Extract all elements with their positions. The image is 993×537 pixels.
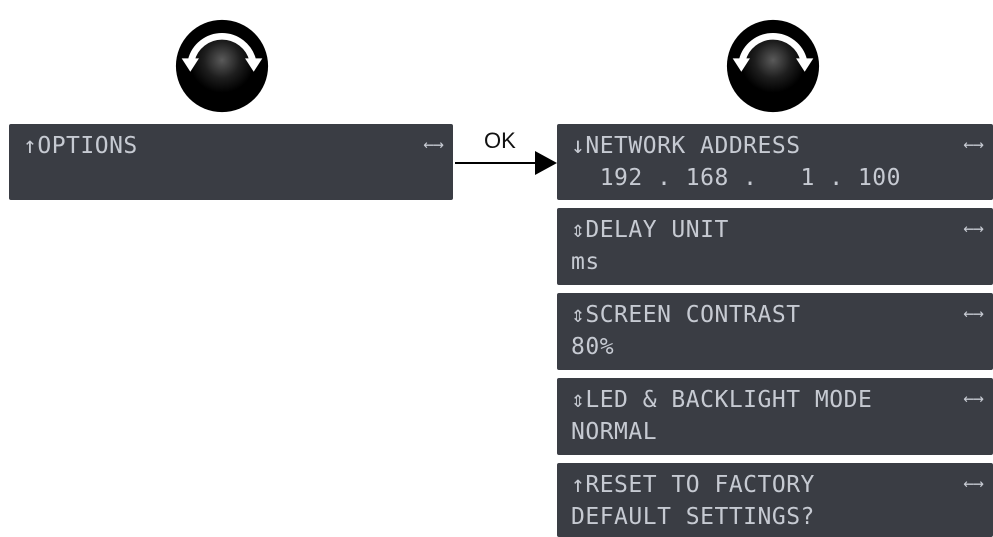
lcd-screen-network-address: ↓NETWORK ADDRESS 192 . 168 . 1 . 100 ←→ [557, 124, 993, 200]
lcd-line-2: 80% [571, 334, 615, 360]
lcd-line-1: ↑RESET TO FACTORY [571, 472, 815, 498]
left-right-arrows-icon: ←→ [963, 303, 984, 324]
lcd-screen-screen-contrast: ⇕SCREEN CONTRAST 80% ←→ [557, 293, 993, 370]
rotary-knob-icon[interactable] [174, 18, 270, 114]
lcd-screen-reset-factory: ↑RESET TO FACTORY DEFAULT SETTINGS? ←→ [557, 463, 993, 537]
arrow-right-icon [455, 151, 557, 175]
lcd-screen-delay-unit: ⇕DELAY UNIT ms ←→ [557, 208, 993, 285]
left-right-arrows-icon: ←→ [963, 134, 984, 155]
rotary-knob-icon[interactable] [725, 18, 821, 114]
lcd-line-2: 192 . 168 . 1 . 100 [571, 165, 901, 191]
lcd-screen-led-backlight-mode: ⇕LED & BACKLIGHT MODE NORMAL ←→ [557, 378, 993, 455]
left-right-arrows-icon: ←→ [963, 473, 984, 494]
lcd-line-1: ⇕SCREEN CONTRAST [571, 302, 801, 328]
left-right-arrows-icon: ←→ [963, 218, 984, 239]
lcd-line-2: ms [571, 249, 600, 275]
left-right-arrows-icon: ←→ [423, 134, 444, 155]
lcd-line-2: DEFAULT SETTINGS? [571, 504, 815, 530]
lcd-screen-options: ↑OPTIONS ←→ [9, 124, 453, 200]
left-right-arrows-icon: ←→ [963, 388, 984, 409]
lcd-line-1: ⇕LED & BACKLIGHT MODE [571, 387, 873, 413]
lcd-line-1: ↑OPTIONS [23, 133, 138, 159]
lcd-line-1: ↓NETWORK ADDRESS [571, 133, 801, 159]
lcd-line-2: NORMAL [571, 419, 658, 445]
lcd-line-1: ⇕DELAY UNIT [571, 217, 729, 243]
